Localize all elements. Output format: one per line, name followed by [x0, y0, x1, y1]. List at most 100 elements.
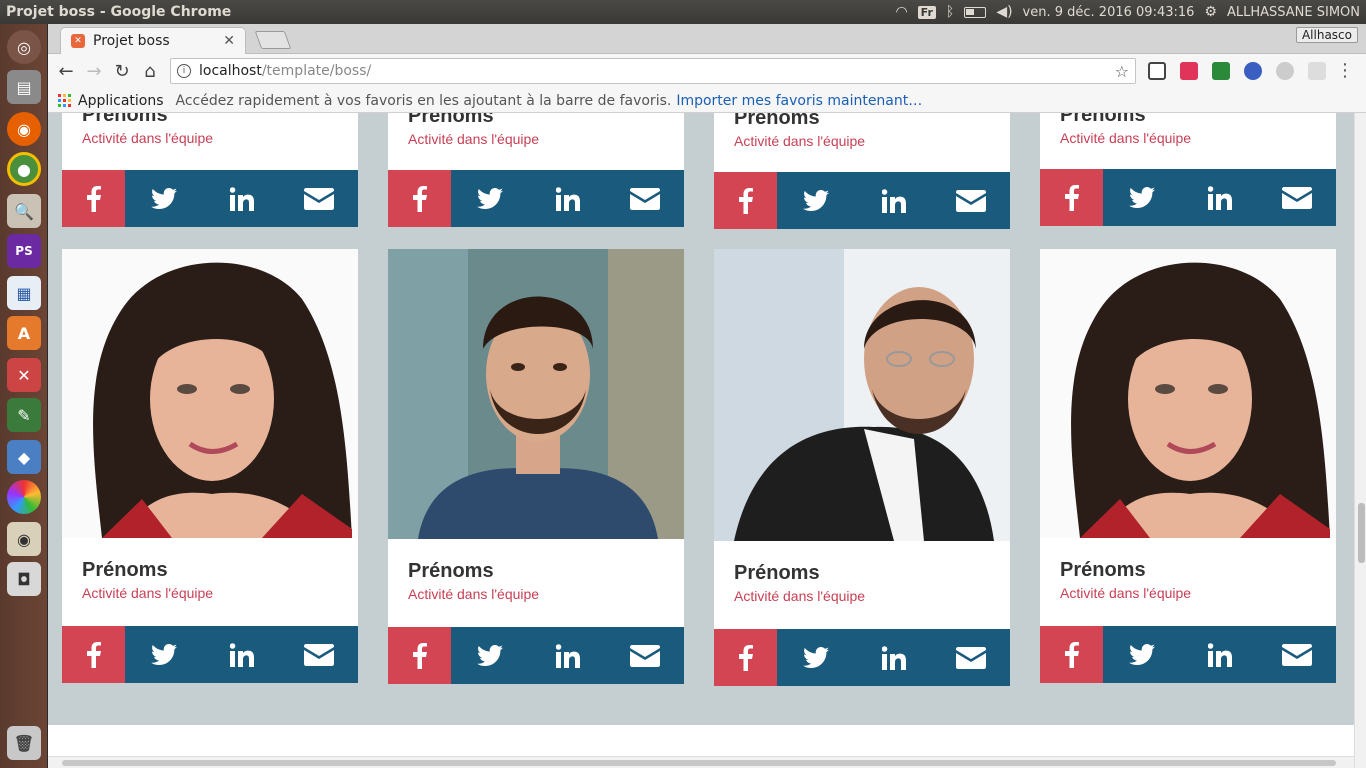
- phpstorm-icon[interactable]: PS: [7, 234, 41, 268]
- xampp-favicon-icon: ✕: [71, 34, 85, 48]
- software-center-icon[interactable]: A: [7, 316, 41, 350]
- browser-window: ✕ Projet boss ✕ Allhasco ← → ↻ ⌂ i local…: [48, 24, 1366, 768]
- home-icon[interactable]: ⌂: [136, 61, 164, 82]
- linkedin-button[interactable]: [203, 170, 281, 227]
- horizontal-scrollbar[interactable]: [48, 756, 1354, 768]
- mail-button[interactable]: [932, 629, 1010, 686]
- member-role: Activité dans l'équipe: [408, 131, 540, 147]
- mail-button[interactable]: [606, 170, 684, 227]
- facebook-button[interactable]: [714, 172, 777, 229]
- extension-blue-icon[interactable]: [1244, 62, 1262, 80]
- clock[interactable]: ven. 9 déc. 2016 09:43:16: [1023, 5, 1195, 20]
- user-name[interactable]: ALLHASSANE SIMON: [1227, 5, 1360, 20]
- wifi-icon[interactable]: ◠: [895, 4, 907, 20]
- horizontal-scroll-thumb[interactable]: [62, 760, 1336, 766]
- social-bar: [1040, 626, 1336, 683]
- extension-gray-icon[interactable]: [1276, 62, 1294, 80]
- linkedin-button[interactable]: [855, 629, 933, 686]
- facebook-button[interactable]: [62, 626, 125, 683]
- image-viewer-icon[interactable]: 🔍: [7, 194, 41, 228]
- twitter-button[interactable]: [451, 627, 529, 684]
- member-name: Prénoms: [1060, 113, 1146, 126]
- facebook-button[interactable]: [388, 627, 451, 684]
- facebook-icon: [738, 644, 753, 671]
- linkedin-button[interactable]: [855, 172, 933, 229]
- download-extension-icon[interactable]: [1212, 62, 1230, 80]
- trash-icon[interactable]: 🗑: [7, 726, 41, 760]
- gear-icon[interactable]: ⚙: [1204, 4, 1217, 20]
- back-icon[interactable]: ←: [52, 61, 80, 82]
- facebook-button[interactable]: [62, 170, 125, 227]
- young-man-portrait-photo: [388, 249, 684, 539]
- mail-button[interactable]: [932, 172, 1010, 229]
- virtualbox-icon[interactable]: ◆: [7, 440, 41, 474]
- facebook-button[interactable]: [714, 629, 777, 686]
- unity-launcher: ◎ ▤ ◉ ● 🔍 PS ▦ A ✕ ✎ ◆ ◉ ◘ 🗑: [0, 24, 48, 768]
- new-tab-button[interactable]: [254, 31, 292, 49]
- extensions-area: [1148, 62, 1326, 80]
- info-icon[interactable]: i: [177, 64, 191, 78]
- forward-icon[interactable]: →: [80, 61, 108, 82]
- writer-icon[interactable]: ▦: [7, 276, 41, 310]
- mail-button[interactable]: [280, 626, 358, 683]
- member-name: Prénoms: [408, 113, 494, 127]
- twitter-button[interactable]: [1103, 626, 1181, 683]
- mail-icon: [1282, 643, 1313, 666]
- color-picker-icon[interactable]: ✎: [7, 398, 41, 432]
- linkedin-button[interactable]: [529, 170, 607, 227]
- linkedin-icon: [555, 643, 580, 668]
- bookmark-star-icon[interactable]: ☆: [1115, 62, 1129, 81]
- facebook-button[interactable]: [1040, 169, 1103, 226]
- extension-red-icon[interactable]: [1180, 62, 1198, 80]
- extension-light-icon[interactable]: [1308, 62, 1326, 80]
- apps-shortcut[interactable]: Applications: [58, 93, 164, 109]
- close-tab-icon[interactable]: ✕: [223, 33, 235, 49]
- linkedin-button[interactable]: [1181, 169, 1259, 226]
- linkedin-button[interactable]: [203, 626, 281, 683]
- volume-icon[interactable]: ◀): [996, 4, 1012, 20]
- member-name: Prénoms: [1060, 559, 1146, 581]
- twitter-button[interactable]: [451, 170, 529, 227]
- bluetooth-icon[interactable]: ᛒ: [946, 4, 954, 20]
- keyboard-layout-indicator[interactable]: Fr: [917, 5, 936, 19]
- address-bar[interactable]: i localhost/template/boss/ ☆: [170, 58, 1136, 84]
- url-host: localhost: [199, 63, 262, 79]
- mail-button[interactable]: [1258, 626, 1336, 683]
- chrome-icon[interactable]: ●: [7, 152, 41, 186]
- facebook-button[interactable]: [1040, 626, 1103, 683]
- mail-button[interactable]: [280, 170, 358, 227]
- mail-button[interactable]: [1258, 169, 1336, 226]
- files-icon[interactable]: ▤: [7, 70, 41, 104]
- tab-projet-boss[interactable]: ✕ Projet boss ✕: [60, 27, 246, 54]
- speaker-icon[interactable]: ◉: [7, 522, 41, 556]
- camera-icon[interactable]: ◘: [7, 562, 41, 596]
- settings-icon[interactable]: ✕: [7, 358, 41, 392]
- twitter-button[interactable]: [125, 626, 203, 683]
- twitter-button[interactable]: [777, 172, 855, 229]
- reload-icon[interactable]: ↻: [108, 61, 136, 82]
- twitter-button[interactable]: [1103, 169, 1181, 226]
- linkedin-icon: [229, 642, 254, 667]
- page-viewport: Prénoms Activité dans l'équipe Prénoms A…: [48, 113, 1366, 768]
- color-wheel-icon[interactable]: [7, 480, 41, 514]
- profile-button[interactable]: Allhasco: [1295, 27, 1358, 43]
- vertical-scroll-thumb[interactable]: [1358, 503, 1365, 563]
- chrome-menu-icon[interactable]: ⋮: [1336, 60, 1354, 81]
- twitter-button[interactable]: [125, 170, 203, 227]
- linkedin-button[interactable]: [1181, 626, 1259, 683]
- twitter-icon: [150, 643, 177, 665]
- social-bar: [62, 170, 358, 227]
- member-role: Activité dans l'équipe: [734, 133, 866, 149]
- firefox-icon[interactable]: ◉: [7, 112, 41, 146]
- social-bar: [62, 626, 358, 683]
- twitter-button[interactable]: [777, 629, 855, 686]
- mail-button[interactable]: [606, 627, 684, 684]
- facebook-button[interactable]: [388, 170, 451, 227]
- linkedin-button[interactable]: [529, 627, 607, 684]
- cast-icon[interactable]: [1148, 62, 1166, 80]
- vertical-scrollbar[interactable]: [1354, 113, 1366, 768]
- ubuntu-dash-icon[interactable]: ◎: [7, 30, 41, 64]
- import-bookmarks-link[interactable]: Importer mes favoris maintenant…: [676, 93, 922, 109]
- mail-icon: [630, 187, 661, 210]
- battery-icon[interactable]: [964, 6, 987, 18]
